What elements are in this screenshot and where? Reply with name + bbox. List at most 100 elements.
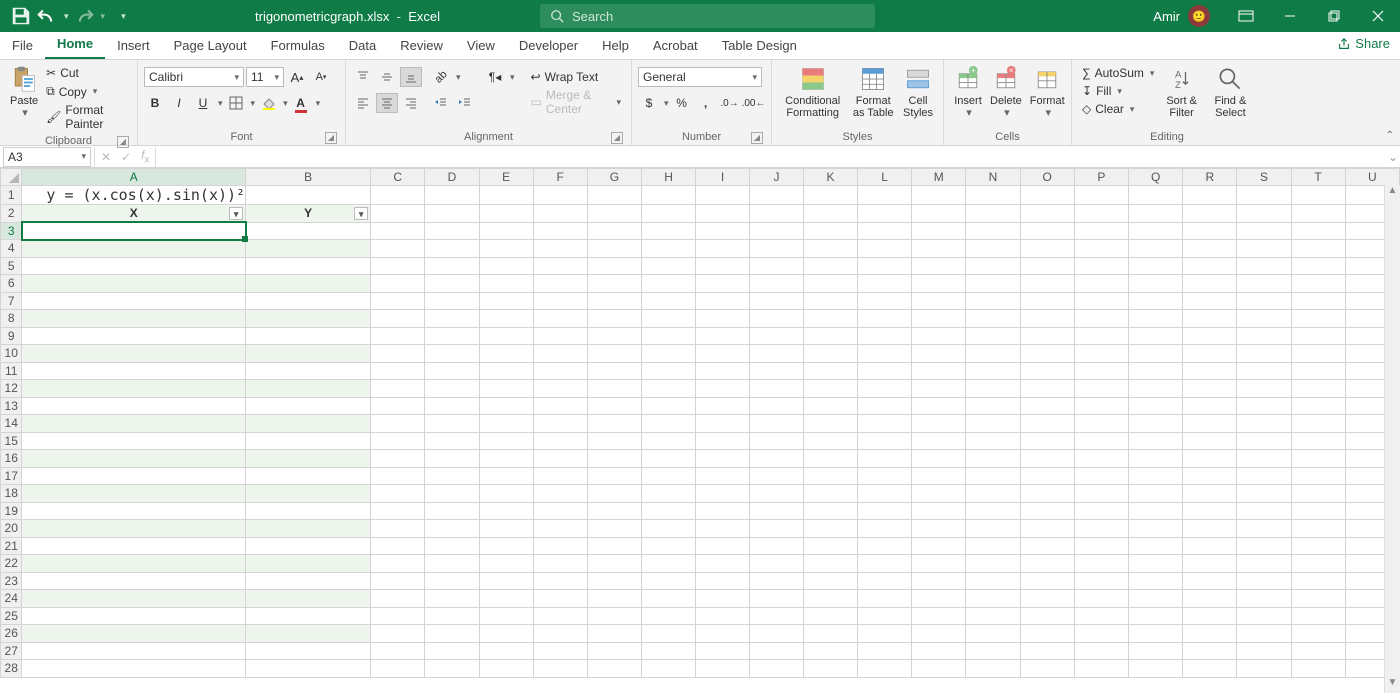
cell-S11[interactable] xyxy=(1237,362,1291,380)
cell-P15[interactable] xyxy=(1074,432,1128,450)
cell-I7[interactable] xyxy=(696,292,750,310)
cell-C12[interactable] xyxy=(371,380,425,398)
cell-Q21[interactable] xyxy=(1128,537,1182,555)
cell-O16[interactable] xyxy=(1020,450,1074,468)
cell-N7[interactable] xyxy=(966,292,1020,310)
cell-N16[interactable] xyxy=(966,450,1020,468)
cell-R24[interactable] xyxy=(1183,590,1237,608)
cell-R19[interactable] xyxy=(1183,502,1237,520)
cell-A5[interactable] xyxy=(22,257,246,275)
cell-C23[interactable] xyxy=(371,572,425,590)
cell-L7[interactable] xyxy=(858,292,912,310)
cell-K25[interactable] xyxy=(803,607,857,625)
cell-A22[interactable] xyxy=(22,555,246,573)
cell-G14[interactable] xyxy=(587,415,641,433)
cell-Q19[interactable] xyxy=(1128,502,1182,520)
cell-A14[interactable] xyxy=(22,415,246,433)
col-header-H[interactable]: H xyxy=(642,169,696,186)
cell-L17[interactable] xyxy=(858,467,912,485)
cell-I11[interactable] xyxy=(696,362,750,380)
cell-F7[interactable] xyxy=(533,292,587,310)
cell-N9[interactable] xyxy=(966,327,1020,345)
cell-M26[interactable] xyxy=(912,625,966,643)
cell-K12[interactable] xyxy=(803,380,857,398)
cell-F23[interactable] xyxy=(533,572,587,590)
col-header-J[interactable]: J xyxy=(749,169,803,186)
row-header-25[interactable]: 25 xyxy=(1,607,22,625)
cell-N5[interactable] xyxy=(966,257,1020,275)
cell-G23[interactable] xyxy=(587,572,641,590)
cell-Q28[interactable] xyxy=(1128,660,1182,678)
collapse-ribbon-button[interactable]: ⌃ xyxy=(1386,130,1394,141)
cell-A21[interactable] xyxy=(22,537,246,555)
alignment-dialog-launcher[interactable]: ◢ xyxy=(611,132,623,144)
cell-O11[interactable] xyxy=(1020,362,1074,380)
cell-L22[interactable] xyxy=(858,555,912,573)
cancel-formula-button[interactable]: ✕ xyxy=(101,150,111,164)
cell-A6[interactable] xyxy=(22,275,246,293)
cell-B28[interactable] xyxy=(246,660,371,678)
cell-T3[interactable] xyxy=(1291,222,1345,240)
bold-button[interactable]: B xyxy=(144,93,166,113)
underline-button[interactable]: U xyxy=(192,93,214,113)
autosum-button[interactable]: ∑AutoSum▾ xyxy=(1080,65,1156,81)
col-header-D[interactable]: D xyxy=(425,169,479,186)
cell-K18[interactable] xyxy=(803,485,857,503)
col-header-L[interactable]: L xyxy=(858,169,912,186)
cell-G7[interactable] xyxy=(587,292,641,310)
cell-D21[interactable] xyxy=(425,537,479,555)
cell-T5[interactable] xyxy=(1291,257,1345,275)
cell-P19[interactable] xyxy=(1074,502,1128,520)
cell-K9[interactable] xyxy=(803,327,857,345)
row-header-17[interactable]: 17 xyxy=(1,467,22,485)
cell-N20[interactable] xyxy=(966,520,1020,538)
cell-C18[interactable] xyxy=(371,485,425,503)
cell-O4[interactable] xyxy=(1020,240,1074,258)
cell-B4[interactable] xyxy=(246,240,371,258)
cell-F22[interactable] xyxy=(533,555,587,573)
cell-J19[interactable] xyxy=(749,502,803,520)
cell-R26[interactable] xyxy=(1183,625,1237,643)
row-header-26[interactable]: 26 xyxy=(1,625,22,643)
col-header-B[interactable]: B xyxy=(246,169,371,186)
cell-J15[interactable] xyxy=(749,432,803,450)
cell-O13[interactable] xyxy=(1020,397,1074,415)
cell-A1[interactable]: y = (x.cos(x).sin(x))² xyxy=(22,186,246,205)
cell-T26[interactable] xyxy=(1291,625,1345,643)
cell-M13[interactable] xyxy=(912,397,966,415)
cell-H2[interactable] xyxy=(642,205,696,223)
cell-G16[interactable] xyxy=(587,450,641,468)
name-box[interactable]: A3▾ xyxy=(3,147,91,167)
cell-D18[interactable] xyxy=(425,485,479,503)
cell-B7[interactable] xyxy=(246,292,371,310)
cell-T17[interactable] xyxy=(1291,467,1345,485)
cell-M22[interactable] xyxy=(912,555,966,573)
cell-F21[interactable] xyxy=(533,537,587,555)
cell-P7[interactable] xyxy=(1074,292,1128,310)
cell-M16[interactable] xyxy=(912,450,966,468)
cell-L9[interactable] xyxy=(858,327,912,345)
col-header-M[interactable]: M xyxy=(912,169,966,186)
cell-H8[interactable] xyxy=(642,310,696,328)
cell-L14[interactable] xyxy=(858,415,912,433)
row-header-9[interactable]: 9 xyxy=(1,327,22,345)
cell-C21[interactable] xyxy=(371,537,425,555)
cell-N1[interactable] xyxy=(966,186,1020,205)
cell-M28[interactable] xyxy=(912,660,966,678)
cell-E20[interactable] xyxy=(479,520,533,538)
decrease-decimal-button[interactable]: .00← xyxy=(743,93,765,113)
col-header-F[interactable]: F xyxy=(533,169,587,186)
cell-P17[interactable] xyxy=(1074,467,1128,485)
cell-O18[interactable] xyxy=(1020,485,1074,503)
row-header-14[interactable]: 14 xyxy=(1,415,22,433)
cell-R27[interactable] xyxy=(1183,642,1237,660)
wrap-text-button[interactable]: ↩Wrap Text xyxy=(529,69,623,85)
cell-Q16[interactable] xyxy=(1128,450,1182,468)
cell-E27[interactable] xyxy=(479,642,533,660)
cell-D14[interactable] xyxy=(425,415,479,433)
cell-L10[interactable] xyxy=(858,345,912,363)
cell-E14[interactable] xyxy=(479,415,533,433)
cell-F28[interactable] xyxy=(533,660,587,678)
cell-A7[interactable] xyxy=(22,292,246,310)
cell-C24[interactable] xyxy=(371,590,425,608)
